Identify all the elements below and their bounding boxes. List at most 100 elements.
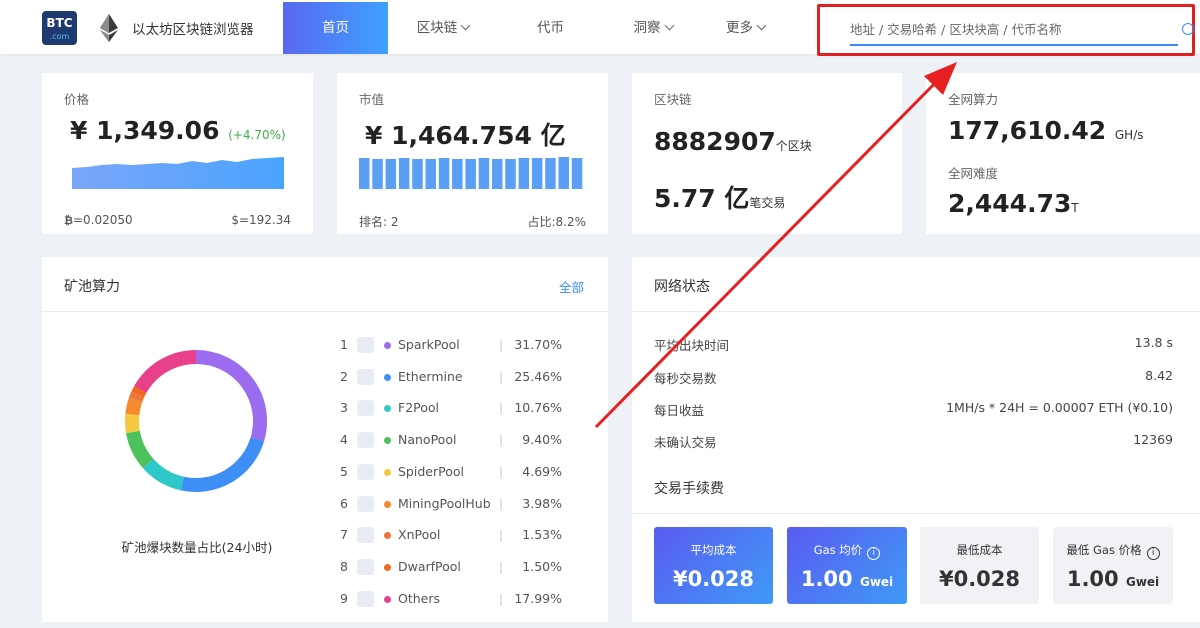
price-in-usd: $=192.34 [231, 213, 291, 227]
donut-slice-spiderpool[interactable] [125, 413, 140, 434]
hashrate-unit: GH/s [1114, 128, 1144, 142]
market-cap-share: 占比:8.2% [527, 215, 586, 229]
mining-pool-title: 矿池算力 [64, 279, 120, 295]
net-row-daily-revenue: 每日收益 1MH/s * 24H = 0.00007 ETH (¥0.10) [654, 400, 1173, 420]
pool-percentage: 31.70% [514, 337, 562, 352]
donut-slice-others[interactable] [134, 350, 197, 394]
nav-more[interactable]: 更多 [703, 2, 788, 54]
search-icon[interactable] [1182, 23, 1194, 35]
pool-row[interactable]: 4 NanoPool | 9.40% [340, 430, 570, 450]
logo-subtext: .com [49, 32, 70, 41]
nav-insights[interactable]: 洞察 [603, 2, 703, 54]
net-row-tps: 每秒交易数 8.42 [654, 368, 1173, 388]
network-status-title: 网络状态 [654, 279, 710, 295]
market-cap-bar [545, 158, 556, 189]
fee-label-text: Gas 均价 [813, 543, 863, 557]
hashrate-label: 全网算力 [948, 92, 999, 107]
nav-home[interactable]: 首页 [283, 2, 388, 54]
donut-slice-f2pool[interactable] [142, 458, 185, 491]
pool-row[interactable]: 5 SpiderPool | 4.69% [340, 462, 570, 482]
logo-text: BTC [46, 16, 73, 30]
fee-label: Gas 均价 i [787, 542, 907, 560]
pool-percentage: 4.69% [522, 463, 562, 479]
pool-separator: | [499, 527, 504, 543]
pool-percentage: 1.53% [522, 527, 562, 543]
pool-name: NanoPool [398, 432, 457, 448]
pool-name: F2Pool [398, 400, 440, 416]
market-cap-bar [465, 159, 476, 189]
donut-slice-sparkpool[interactable] [195, 350, 267, 442]
pool-separator: | [499, 432, 504, 448]
block-count-unit: 个区块 [775, 139, 812, 153]
pool-color-dot [384, 468, 391, 476]
fee-card-gas-avg[interactable]: Gas 均价 i 1.00 Gwei [787, 527, 907, 604]
pool-logo-icon [357, 368, 374, 385]
fee-card-min-cost[interactable]: 最低成本 ¥0.028 [920, 527, 1039, 604]
pool-rank: 9 [340, 590, 348, 606]
market-cap-bar [438, 158, 450, 189]
net-row-key: 每秒交易数 [654, 371, 717, 386]
net-row-avg-block-time: 平均出块时间 13.8 s [654, 335, 1173, 355]
divider [632, 311, 1200, 312]
pool-logo-icon [357, 527, 374, 544]
fee-card-avg-cost[interactable]: 平均成本 ¥0.028 [654, 527, 773, 604]
fee-label: 最低成本 [956, 543, 1003, 557]
pool-logo-icon [357, 400, 374, 417]
pool-rank: 6 [340, 495, 348, 511]
pool-row[interactable]: 2 Ethermine | 25.46% [340, 367, 570, 387]
donut-slice-nanopool[interactable] [126, 430, 154, 469]
blockchain-card: 区块链 8882907个区块 5.77 亿笔交易 [632, 73, 902, 234]
donut-slice-xnpool[interactable] [128, 391, 145, 403]
market-cap-bar [425, 159, 436, 189]
pool-name: DwarfPool [398, 558, 461, 574]
view-all-pools-link[interactable]: 全部 [559, 277, 584, 296]
hashrate-number: 177,610.42 [948, 116, 1107, 145]
search-input[interactable] [850, 19, 1180, 39]
pool-row[interactable]: 9 Others | 17.99% [340, 589, 570, 609]
market-cap-bar [492, 159, 503, 189]
donut-slice-dwarfpool[interactable] [131, 386, 147, 398]
pool-row[interactable]: 3 F2Pool | 10.76% [340, 398, 570, 418]
tx-count: 5.77 亿笔交易 [654, 179, 785, 215]
pool-row[interactable]: 1 SparkPool | 31.70% [340, 335, 570, 355]
market-cap-bar [452, 159, 463, 189]
btc-com-logo[interactable]: BTC .com [42, 11, 77, 45]
tx-count-number: 5.77 [654, 184, 716, 213]
market-cap-number: ¥ 1,464.754 [365, 121, 532, 150]
net-row-key: 平均出块时间 [654, 338, 730, 353]
fee-value: ¥0.028 [920, 567, 1039, 591]
fee-number: 1.00 [800, 567, 853, 591]
info-icon[interactable]: i [867, 547, 881, 560]
pool-rank: 2 [340, 368, 348, 384]
pool-percentage: 17.99% [514, 590, 562, 606]
market-cap-bar [398, 158, 410, 189]
pool-name: XnPool [398, 527, 441, 543]
net-row-value: 8.42 [1145, 368, 1173, 383]
pool-logo-icon [357, 463, 374, 480]
donut-slice-miningpoolhub[interactable] [125, 397, 143, 416]
pool-separator: | [499, 463, 504, 479]
pool-row[interactable]: 7 XnPool | 1.53% [340, 525, 570, 545]
market-cap-bar [359, 158, 370, 189]
donut-slice-ethermine[interactable] [180, 437, 265, 492]
info-icon[interactable]: i [1146, 547, 1160, 560]
nav-tokens[interactable]: 代币 [498, 2, 603, 54]
nav-blockchain[interactable]: 区块链 [388, 2, 498, 54]
pool-name: SpiderPool [398, 463, 464, 479]
fee-card-min-gas[interactable]: 最低 Gas 价格 i 1.00 Gwei [1053, 527, 1173, 604]
btc-value: =0.02050 [72, 213, 133, 227]
price-value: ¥ 1,349.06 (+4.70%) [70, 116, 286, 145]
search-underline [850, 44, 1178, 46]
divider [42, 311, 608, 312]
net-row-key: 未确认交易 [654, 435, 717, 450]
pool-logo-icon [357, 495, 374, 512]
price-in-btc: ₿=0.02050 [64, 213, 133, 227]
pool-row[interactable]: 8 DwarfPool | 1.50% [340, 557, 570, 577]
market-cap-bar [385, 159, 397, 189]
pool-row[interactable]: 6 MiningPoolHub | 3.98% [340, 494, 570, 514]
site-title[interactable]: 以太坊区块链浏览器 [132, 18, 254, 38]
net-row-value: 13.8 s [1134, 335, 1173, 350]
chevron-down-icon [664, 20, 674, 31]
market-cap-bar [571, 158, 583, 189]
market-cap-unit: 亿 [540, 121, 566, 150]
